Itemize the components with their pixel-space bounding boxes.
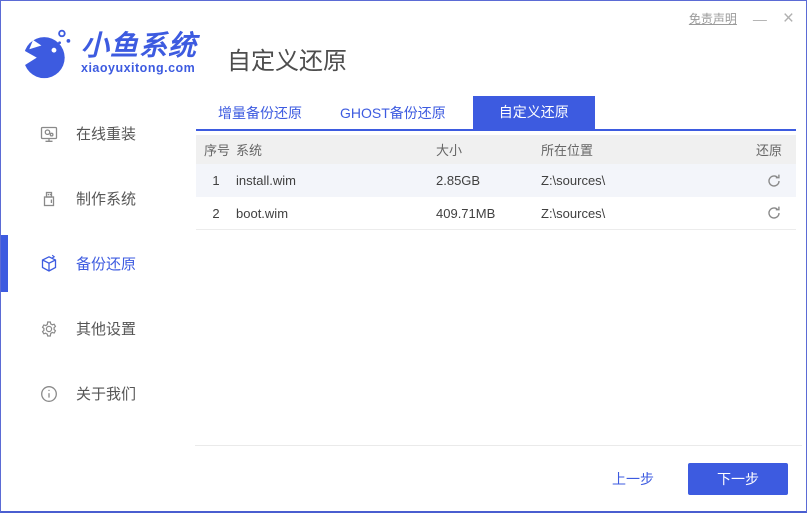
sidebar-item-label: 其他设置 [76, 321, 137, 338]
cell-size: 2.85GB [436, 173, 481, 188]
column-header-index: 序号 [204, 143, 231, 158]
sidebar-item-label: 在线重装 [76, 126, 137, 143]
sidebar: 在线重装 制作系统 备份还原 其他设置 关于我们 [1, 91, 189, 511]
backup-cube-icon [39, 254, 59, 274]
footer-bar: 上一步 下一步 [195, 445, 802, 511]
cell-system: install.wim [236, 173, 296, 188]
sidebar-item-label: 制作系统 [76, 191, 137, 208]
main-body: 在线重装 制作系统 备份还原 其他设置 关于我们 增量备份还原 GHOST备份还… [1, 91, 806, 511]
cell-index: 1 [212, 173, 220, 188]
tab-ghost-backup-restore[interactable]: GHOST备份还原 [328, 98, 458, 129]
titlebar-controls: 免责声明 — × [689, 9, 794, 28]
gear-icon [39, 319, 59, 339]
column-header-size: 大小 [436, 143, 463, 158]
cell-location: Z:\sources\ [541, 173, 606, 188]
page-title: 自定义还原 [227, 47, 348, 75]
monitor-icon [39, 124, 59, 144]
header: 小鱼系统 xiaoyuxitong.com 自定义还原 [1, 1, 806, 91]
close-button[interactable]: × [783, 9, 794, 28]
cell-index: 2 [212, 205, 220, 221]
content-panel: 增量备份还原 GHOST备份还原 自定义还原 序号 系统 大小 所在位置 还原 … [189, 91, 806, 511]
minimize-button[interactable]: — [753, 12, 767, 26]
tab-bar: 增量备份还原 GHOST备份还原 自定义还原 [196, 96, 796, 131]
tab-incremental-backup-restore[interactable]: 增量备份还原 [206, 98, 314, 129]
fish-logo-icon [19, 26, 75, 80]
app-logo: 小鱼系统 xiaoyuxitong.com [19, 26, 197, 80]
prev-step-button[interactable]: 上一步 [612, 469, 654, 489]
table-row[interactable]: 1 install.wim 2.85GB Z:\sources\ [196, 164, 796, 197]
tab-custom-restore[interactable]: 自定义还原 [472, 96, 595, 129]
cell-location: Z:\sources\ [541, 205, 606, 221]
column-header-system: 系统 [236, 143, 263, 158]
disclaimer-link[interactable]: 免责声明 [689, 10, 737, 27]
backup-file-table: 序号 系统 大小 所在位置 还原 1 install.wim 2.85GB Z:… [196, 135, 796, 230]
sidebar-item-online-reinstall[interactable]: 在线重装 [1, 101, 189, 166]
brand-domain: xiaoyuxitong.com [81, 61, 196, 76]
app-window: 免责声明 — × 小鱼系统 xiaoyuxitong.com 自定义还原 在线重… [0, 0, 807, 513]
restore-refresh-icon[interactable] [766, 173, 782, 189]
column-header-restore: 还原 [755, 143, 782, 158]
sidebar-item-label: 关于我们 [76, 386, 137, 403]
cell-system: boot.wim [236, 205, 289, 221]
sidebar-item-about-us[interactable]: 关于我们 [1, 361, 189, 426]
table-header-row: 序号 系统 大小 所在位置 还原 [196, 135, 796, 164]
restore-refresh-icon[interactable] [766, 205, 782, 221]
sidebar-item-backup-restore[interactable]: 备份还原 [1, 231, 189, 296]
brand-name: 小鱼系统 [81, 29, 198, 61]
sidebar-item-label: 备份还原 [76, 256, 137, 273]
info-icon [39, 384, 59, 404]
brand-text: 小鱼系统 xiaoyuxitong.com [81, 29, 198, 76]
sidebar-item-other-settings[interactable]: 其他设置 [1, 296, 189, 361]
sidebar-item-make-system[interactable]: 制作系统 [1, 166, 189, 231]
usb-drive-icon [39, 189, 59, 209]
table-row[interactable]: 2 boot.wim 409.71MB Z:\sources\ [196, 197, 796, 230]
cell-size: 409.71MB [436, 205, 496, 221]
column-header-location: 所在位置 [541, 143, 594, 158]
next-step-button[interactable]: 下一步 [688, 462, 788, 495]
